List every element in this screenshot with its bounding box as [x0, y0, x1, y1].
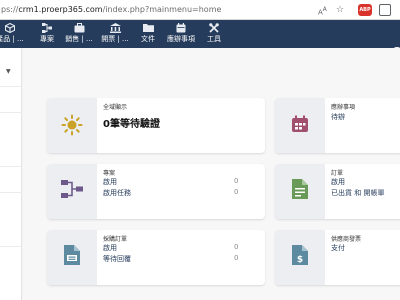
cube-icon — [0, 20, 34, 34]
file-invoice-icon — [275, 179, 325, 203]
todo-link[interactable]: 待辦 — [331, 112, 345, 122]
adblock-extension-icon[interactable]: ABP — [358, 4, 372, 16]
card-icon-box — [47, 230, 97, 285]
sidebar-divider — [0, 192, 22, 193]
awaiting-reply-count: 0 — [234, 254, 239, 262]
menu-label: 開票 | ... — [101, 35, 129, 43]
sitemap-icon — [34, 20, 60, 34]
menu-item-billing[interactable]: 開票 | ... — [98, 20, 132, 48]
menu-item-sales[interactable]: 銷售 | ... — [63, 20, 95, 48]
card-orders[interactable]: 訂單 啟用 已出貨 和 開帳單 — [275, 164, 400, 219]
menu-item-agenda[interactable]: 應辦事項 — [163, 20, 199, 48]
sidebar-divider — [0, 112, 22, 113]
folder-icon — [137, 20, 159, 34]
card-projects[interactable]: 專案 啟用 0 啟用任務 0 — [47, 164, 265, 219]
calendar-icon — [275, 115, 325, 137]
purchase-open-count: 0 — [234, 243, 239, 251]
menu-label: 銷售 | ... — [65, 35, 93, 43]
card-icon-box — [275, 164, 325, 219]
card-title: 供應商發票 — [331, 236, 362, 243]
card-supplier-invoices[interactable]: $ 供應商發票 支付 — [275, 230, 400, 285]
card-purchase-orders[interactable]: 採購訂單 啟用 0 等待回覆 0 — [47, 230, 265, 285]
menu-item-products[interactable]: 產品 | ... — [0, 20, 34, 48]
read-aloud-icon[interactable]: AA — [318, 4, 327, 18]
top-menu-bar: 產品 | ... 專案 銷售 | ... 開票 | ... 文件 應辦事項 — [0, 20, 400, 59]
svg-text:$: $ — [297, 255, 303, 265]
file-icon — [47, 245, 97, 269]
menu-label: 產品 | ... — [0, 35, 24, 43]
card-icon-box — [275, 98, 325, 153]
menu-label: 應辦事項 — [167, 35, 195, 43]
card-title: 專案 — [103, 170, 116, 177]
file-dollar-icon: $ — [275, 245, 325, 269]
extensions-icon[interactable] — [379, 4, 391, 16]
left-sidebar: ▼ — [0, 48, 22, 300]
awaiting-reply-link[interactable]: 等待回覆 — [103, 254, 131, 264]
sun-icon — [47, 114, 97, 140]
card-title: 採購訂單 — [103, 236, 128, 243]
calendar-icon — [163, 20, 199, 34]
sidebar-divider — [0, 246, 22, 247]
tools-icon — [202, 20, 226, 34]
purchase-open-link[interactable]: 啟用 — [103, 243, 117, 253]
supplier-pay-link[interactable]: 支付 — [331, 243, 345, 253]
sidebar-divider — [0, 166, 22, 167]
sidebar-divider — [0, 86, 22, 87]
dashboard: 全域顯示 0筆等待驗證 應辦事項 待辦 專案 啟用 0 啟用任務 0 訂單 啟用… — [23, 48, 400, 300]
card-agenda[interactable]: 應辦事項 待辦 — [275, 98, 400, 153]
orders-shipped-link[interactable]: 已出貨 和 開帳單 — [331, 188, 384, 198]
bank-icon — [98, 20, 132, 34]
menu-label: 文件 — [141, 35, 155, 43]
card-icon-box: $ — [275, 230, 325, 285]
menu-item-projects[interactable]: 專案 — [34, 20, 60, 48]
menu-item-tools[interactable]: 工具 — [202, 20, 226, 48]
url-host: crm1.proerp365.com — [18, 5, 103, 14]
open-tasks-link[interactable]: 啟用任務 — [103, 188, 131, 198]
briefcase-icon — [63, 20, 95, 34]
projects-open-count: 0 — [234, 177, 239, 185]
projects-open-link[interactable]: 啟用 — [103, 177, 117, 187]
card-icon-box — [47, 164, 97, 219]
card-title: 訂單 — [331, 170, 344, 177]
menu-label: 工具 — [207, 35, 221, 43]
sitemap-icon — [47, 180, 97, 202]
orders-open-link[interactable]: 啟用 — [331, 177, 345, 187]
menu-item-documents[interactable]: 文件 — [137, 20, 159, 48]
menu-label: 專案 — [40, 35, 54, 43]
browser-address-bar: ps://crm1.proerp365.com/index.php?mainme… — [0, 0, 400, 20]
card-global-validation[interactable]: 全域顯示 0筆等待驗證 — [47, 98, 265, 153]
url-path: /index.php?mainmenu=home — [102, 5, 222, 14]
pending-validation-text[interactable]: 0筆等待驗證 — [103, 115, 160, 130]
chevron-down-icon[interactable]: ▼ — [6, 68, 11, 75]
open-tasks-count: 0 — [234, 188, 239, 196]
card-title: 應辦事項 — [331, 104, 356, 111]
url-scheme: ps:// — [1, 5, 19, 14]
url-field[interactable]: ps://crm1.proerp365.com/index.php?mainme… — [0, 0, 330, 20]
card-title: 全域顯示 — [103, 104, 128, 111]
card-icon-box — [47, 98, 97, 153]
star-icon[interactable]: ☆ — [336, 4, 344, 16]
